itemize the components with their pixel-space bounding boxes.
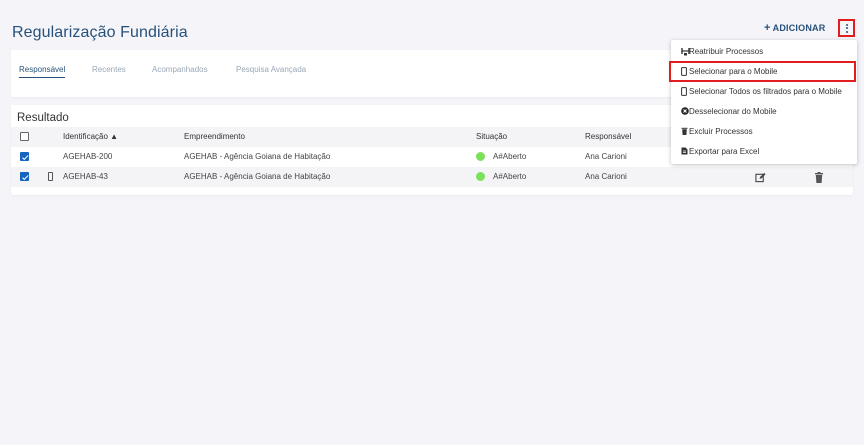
mobile-icon	[681, 67, 689, 76]
page-title: Regularização Fundiária	[12, 24, 188, 41]
cell-responsavel: Ana Carioni	[585, 172, 627, 181]
cell-identificacao: AGEHAB-43	[63, 172, 108, 181]
menu-item-label: Reatribuir Processos	[689, 47, 764, 56]
status-dot	[476, 152, 485, 161]
column-header-identificacao[interactable]: Identificação ▲	[63, 132, 118, 141]
menu-item-excluir-processos[interactable]: Excluir Processos	[671, 123, 857, 141]
menu-item-label: Desselecionar do Mobile	[689, 107, 777, 116]
cell-identificacao: AGEHAB-200	[63, 152, 113, 161]
mobile-icon	[681, 87, 689, 96]
excel-icon	[681, 147, 689, 156]
trash-icon	[681, 127, 689, 136]
tab-recentes[interactable]: Recentes	[92, 65, 126, 74]
kebab-icon	[845, 23, 848, 33]
status-dot	[476, 172, 485, 181]
column-header-empreendimento[interactable]: Empreendimento	[184, 132, 245, 141]
menu-item-selecionar-todos-mobile[interactable]: Selecionar Todos os filtrados para o Mob…	[671, 83, 857, 101]
cell-responsavel: Ana Carioni	[585, 152, 627, 161]
result-title: Resultado	[17, 112, 69, 124]
add-button[interactable]: + ADICIONAR	[764, 22, 825, 34]
reassign-icon	[681, 47, 690, 56]
menu-item-label: Selecionar Todos os filtrados para o Mob…	[689, 87, 842, 96]
cell-situacao: A#Aberto	[493, 172, 527, 181]
menu-item-exportar-excel[interactable]: Exportar para Excel	[671, 143, 857, 161]
select-all-checkbox[interactable]	[20, 132, 29, 141]
menu-item-reatribuir-processos[interactable]: Reatribuir Processos	[671, 43, 857, 61]
menu-item-desselecionar-mobile[interactable]: Desselecionar do Mobile	[671, 103, 857, 121]
cell-empreendimento: AGEHAB - Agência Goiana de Habitação	[184, 152, 331, 161]
row-checkbox[interactable]	[20, 172, 29, 181]
table-row[interactable]: AGEHAB-43 AGEHAB - Agência Goiana de Hab…	[11, 167, 853, 187]
edit-icon[interactable]	[755, 170, 766, 188]
remove-circle-icon	[681, 107, 689, 116]
actions-menu: Reatribuir Processos Selecionar para o M…	[669, 40, 857, 164]
tab-responsavel[interactable]: Responsável	[19, 65, 66, 78]
menu-item-selecionar-para-o-mobile[interactable]: Selecionar para o Mobile	[669, 61, 856, 82]
mobile-icon	[48, 172, 53, 181]
add-button-label: ADICIONAR	[772, 23, 826, 33]
cell-situacao: A#Aberto	[493, 152, 527, 161]
menu-item-label: Excluir Processos	[689, 127, 753, 136]
row-checkbox[interactable]	[20, 152, 29, 161]
column-header-situacao[interactable]: Situação	[476, 132, 507, 141]
cell-empreendimento: AGEHAB - Agência Goiana de Habitação	[184, 172, 331, 181]
plus-icon: +	[764, 22, 771, 34]
menu-item-label: Exportar para Excel	[689, 147, 760, 156]
menu-item-label: Selecionar para o Mobile	[689, 67, 778, 76]
tab-acompanhados[interactable]: Acompanhados	[152, 65, 208, 74]
trash-icon[interactable]	[814, 170, 824, 188]
tab-pesquisa-avancada[interactable]: Pesquisa Avançada	[236, 65, 306, 74]
more-options-button[interactable]	[838, 19, 855, 37]
column-header-responsavel[interactable]: Responsável	[585, 132, 631, 141]
